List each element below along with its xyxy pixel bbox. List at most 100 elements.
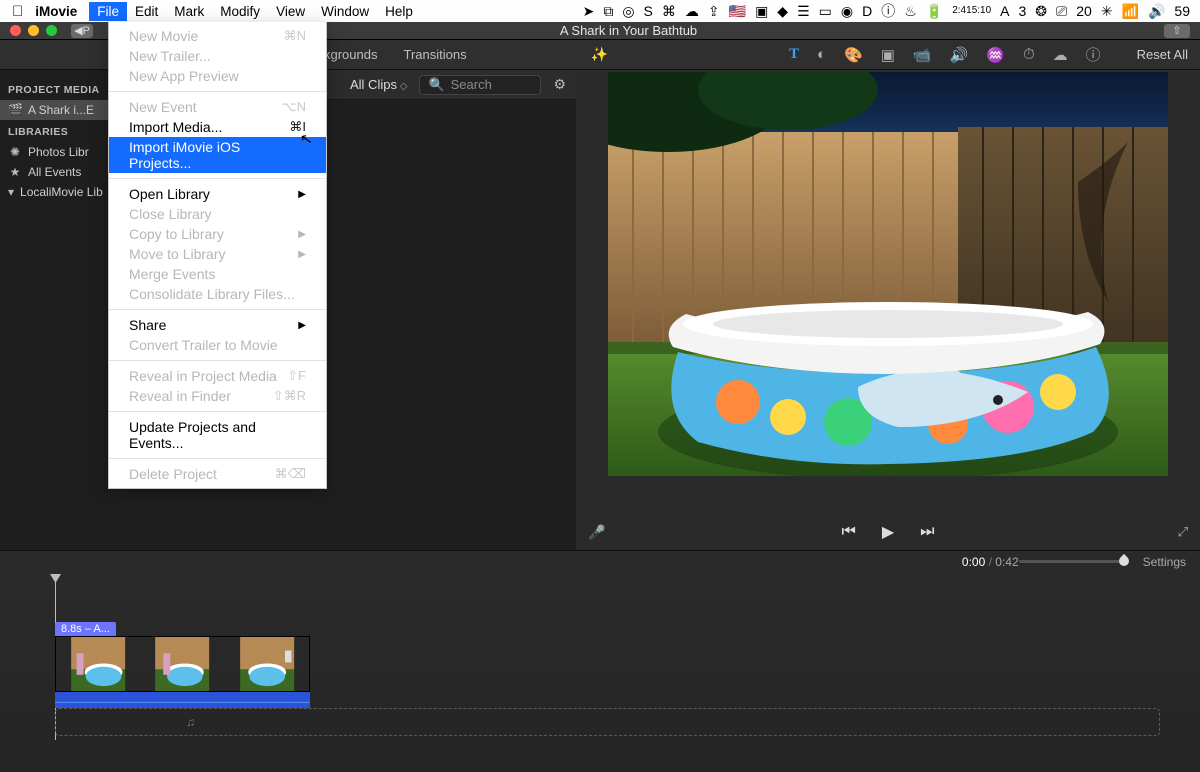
flame-icon[interactable]: ♨ bbox=[904, 3, 917, 20]
color-correction-icon[interactable]: 🎨 bbox=[844, 46, 863, 64]
audio-drop-zone[interactable]: ♫ bbox=[55, 708, 1160, 736]
sidebar-header-libraries: LIBRARIES bbox=[0, 120, 108, 142]
sidebar-item-library[interactable]: ▾ LocaliMovie Lib bbox=[0, 182, 108, 202]
minimize-icon[interactable] bbox=[28, 25, 39, 36]
rec-icon[interactable]: ◉ bbox=[841, 3, 853, 20]
sidebar-project-label: A Shark i...E bbox=[28, 103, 94, 117]
menu-item[interactable]: Import iMovie iOS Projects... bbox=[109, 137, 326, 173]
tab-transitions[interactable]: Transitions bbox=[403, 47, 466, 62]
filter-icon[interactable]: ☁ bbox=[1053, 46, 1068, 64]
menu-item: Copy to Library▶ bbox=[109, 224, 326, 244]
clip-tag: 8.8s – A... bbox=[55, 622, 116, 636]
music-note-icon: ♫ bbox=[186, 715, 195, 729]
box-icon[interactable]: ▣ bbox=[755, 3, 768, 20]
reset-all-button[interactable]: Reset All bbox=[1137, 47, 1188, 62]
sidebar-item-project[interactable]: 🎬 A Shark i...E bbox=[0, 100, 108, 120]
sidebar-item-photos[interactable]: ✺ Photos Libr bbox=[0, 142, 108, 162]
stabilize-icon[interactable]: 📹 bbox=[913, 46, 932, 64]
traffic-lights[interactable] bbox=[10, 25, 57, 36]
battery-icon[interactable]: 🔋 bbox=[926, 3, 943, 20]
preview-viewer[interactable] bbox=[576, 70, 1200, 514]
menu-item[interactable]: Import Media...⌘I bbox=[109, 117, 326, 137]
d-icon[interactable]: D bbox=[862, 3, 872, 19]
cal-icon[interactable]: 20 bbox=[1076, 3, 1092, 19]
app-name[interactable]: iMovie bbox=[35, 4, 77, 19]
share-button[interactable]: ⇧ bbox=[1164, 24, 1190, 38]
back-button[interactable]: ◀ P bbox=[71, 24, 93, 38]
sidebar-item-label: All Events bbox=[28, 165, 81, 179]
fullscreen-icon[interactable]: ⤢ bbox=[1178, 524, 1188, 540]
menu-window[interactable]: Window bbox=[321, 4, 369, 19]
sp-icon[interactable]: ❂ bbox=[1035, 3, 1047, 20]
menu-item[interactable]: Open Library▶ bbox=[109, 184, 326, 204]
noise-eq-icon[interactable]: ♒ bbox=[986, 46, 1005, 64]
volume-tool-icon[interactable]: 🔊 bbox=[950, 46, 969, 64]
menu-mark[interactable]: Mark bbox=[174, 4, 204, 19]
voiceover-mic-icon[interactable]: 🎤 bbox=[588, 524, 605, 541]
zoom-icon[interactable] bbox=[46, 25, 57, 36]
search-input[interactable]: 🔍 Search bbox=[419, 75, 541, 95]
ast-icon[interactable]: ✳ bbox=[1101, 3, 1113, 20]
crop-icon[interactable]: ▣ bbox=[881, 46, 895, 64]
up-icon[interactable]: ⇪ bbox=[708, 3, 720, 20]
menu-help[interactable]: Help bbox=[385, 4, 413, 19]
zoom-slider[interactable] bbox=[1019, 560, 1129, 563]
menu-edit[interactable]: Edit bbox=[135, 4, 158, 19]
settings-button[interactable]: Settings bbox=[1143, 555, 1186, 569]
apple-menu[interactable]:  bbox=[12, 3, 23, 20]
color-balance-icon[interactable]: ◐ bbox=[817, 46, 826, 63]
prev-button[interactable]: ⏮ bbox=[841, 523, 855, 541]
playback-controls: 🎤 ⏮ ▶ ⏭ ⤢ bbox=[576, 514, 1200, 550]
menu-item: Delete Project⌘⌫ bbox=[109, 464, 326, 484]
menu-view[interactable]: View bbox=[276, 4, 305, 19]
viewer-pane: 🎤 ⏮ ▶ ⏭ ⤢ bbox=[576, 70, 1200, 550]
gear-icon[interactable]: ⚙ bbox=[553, 76, 566, 93]
menubar-clock[interactable]: 2:415:10 bbox=[952, 6, 991, 16]
time-total: 0:42 bbox=[995, 555, 1018, 569]
file-menu-dropdown[interactable]: New Movie⌘NNew Trailer...New App Preview… bbox=[108, 22, 327, 489]
a-icon[interactable]: A bbox=[1000, 3, 1009, 19]
menu-item: Close Library bbox=[109, 204, 326, 224]
preview-canvas bbox=[608, 72, 1168, 476]
menu-item: New Movie⌘N bbox=[109, 26, 326, 46]
menubar:  iMovie File Edit Mark Modify View Wind… bbox=[0, 0, 1200, 22]
menu-item: New Trailer... bbox=[109, 46, 326, 66]
cc-icon[interactable]: ◎ bbox=[622, 3, 634, 20]
menu-item: New App Preview bbox=[109, 66, 326, 86]
dropbox-icon[interactable]: ⧉ bbox=[603, 3, 613, 20]
timecode-bar: 0:00 / 0:42 Settings bbox=[0, 550, 1200, 572]
enhance-wand-icon[interactable]: ✨ bbox=[579, 46, 608, 63]
sidebar-header-project: PROJECT MEDIA bbox=[0, 78, 108, 100]
play-button[interactable]: ▶ bbox=[882, 522, 894, 542]
info-tool-icon[interactable]: ⓘ bbox=[1086, 44, 1101, 65]
cast-icon[interactable]: ⎚ bbox=[1056, 3, 1067, 20]
next-button[interactable]: ⏭ bbox=[920, 523, 934, 541]
evernote-icon[interactable]: ◆ bbox=[777, 3, 788, 20]
wifi-icon[interactable]: 📶 bbox=[1122, 3, 1139, 20]
close-icon[interactable] bbox=[10, 25, 21, 36]
timeline[interactable]: 8.8s – A... ♫ bbox=[0, 572, 1200, 772]
rail-icon[interactable]: ⌘ bbox=[662, 3, 676, 20]
num-icon[interactable]: 3 bbox=[1019, 3, 1027, 19]
menu-modify[interactable]: Modify bbox=[220, 4, 260, 19]
tab-backgrounds[interactable]: kgrounds bbox=[324, 47, 377, 62]
clips-filter-dropdown[interactable]: All Clips bbox=[350, 77, 407, 92]
volume-icon[interactable]: 🔊 bbox=[1148, 3, 1165, 20]
menu-item[interactable]: Share▶ bbox=[109, 315, 326, 335]
time-current: 0:00 bbox=[962, 555, 985, 569]
cloud-icon[interactable]: ☁ bbox=[685, 3, 699, 20]
flag-icon[interactable]: 🇺🇸 bbox=[729, 3, 746, 20]
menu-item[interactable]: Update Projects and Events... bbox=[109, 417, 326, 453]
menu-icon[interactable]: ☰ bbox=[797, 3, 810, 20]
titles-tool-icon[interactable]: T bbox=[789, 46, 799, 63]
s-icon[interactable]: S bbox=[644, 3, 653, 19]
sidebar-item-allevents[interactable]: ★ All Events bbox=[0, 162, 108, 182]
location-icon[interactable]: ➤ bbox=[583, 3, 595, 20]
menu-item: Merge Events bbox=[109, 264, 326, 284]
screen-icon[interactable]: ▭ bbox=[819, 3, 832, 20]
speed-icon[interactable]: ⏱ bbox=[1023, 46, 1035, 63]
timeline-clip[interactable]: 8.8s – A... bbox=[55, 620, 310, 708]
star-icon: ★ bbox=[8, 165, 22, 179]
menu-file[interactable]: File bbox=[89, 2, 127, 21]
info-icon[interactable]: ⓘ bbox=[881, 1, 895, 21]
